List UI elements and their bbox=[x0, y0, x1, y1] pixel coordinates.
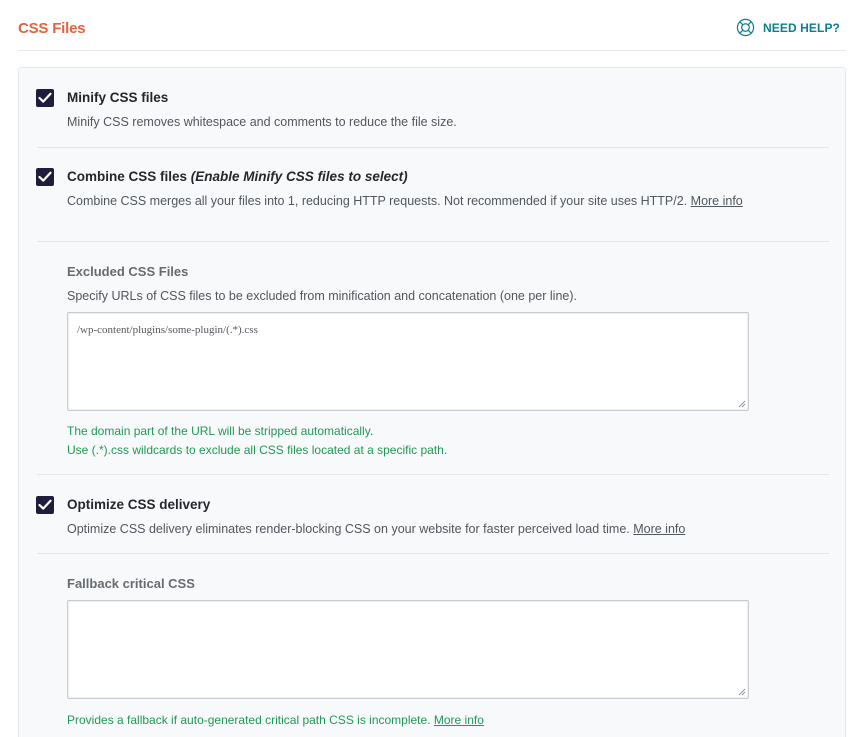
divider bbox=[37, 553, 829, 554]
resize-handle-icon[interactable] bbox=[738, 400, 746, 408]
fallback-css-textarea[interactable] bbox=[67, 600, 749, 699]
excluded-css-description: Specify URLs of CSS files to be excluded… bbox=[67, 289, 577, 303]
fallback-css-more-info-link[interactable]: More info bbox=[434, 713, 484, 727]
css-files-settings: CSS Files NEED HELP? Minify CSS files Mi… bbox=[0, 0, 856, 737]
combine-css-title-text: Combine CSS files bbox=[67, 169, 188, 184]
settings-panel: Minify CSS files Minify CSS removes whit… bbox=[18, 67, 846, 737]
optimize-css-checkbox[interactable] bbox=[36, 496, 54, 514]
optimize-css-title: Optimize CSS delivery bbox=[67, 497, 211, 512]
optimize-css-description-text: Optimize CSS delivery eliminates render-… bbox=[67, 522, 630, 536]
fallback-css-hint-text: Provides a fallback if auto-generated cr… bbox=[67, 713, 431, 727]
section-title: CSS Files bbox=[18, 20, 86, 37]
fallback-css-hint: Provides a fallback if auto-generated cr… bbox=[67, 713, 484, 727]
checkmark-icon bbox=[38, 499, 52, 510]
divider bbox=[37, 474, 829, 475]
combine-css-description-text: Combine CSS merges all your files into 1… bbox=[67, 194, 688, 208]
excluded-css-hint-wildcard: Use (.*).css wildcards to exclude all CS… bbox=[67, 443, 448, 457]
divider bbox=[37, 241, 829, 242]
fallback-css-title: Fallback critical CSS bbox=[67, 576, 195, 591]
excluded-css-hint-domain: The domain part of the URL will be strip… bbox=[67, 424, 374, 438]
resize-handle-icon[interactable] bbox=[738, 688, 746, 696]
optimize-css-description: Optimize CSS delivery eliminates render-… bbox=[67, 522, 685, 536]
combine-css-checkbox[interactable] bbox=[36, 168, 54, 186]
checkmark-icon bbox=[38, 92, 52, 103]
need-help-link[interactable]: NEED HELP? bbox=[736, 18, 840, 37]
excluded-css-value: /wp-content/plugins/some-plugin/(.*).css bbox=[77, 324, 258, 336]
lifebuoy-icon bbox=[736, 18, 755, 37]
combine-css-description: Combine CSS merges all your files into 1… bbox=[67, 194, 743, 208]
combine-css-more-info-link[interactable]: More info bbox=[691, 194, 743, 208]
need-help-label: NEED HELP? bbox=[762, 20, 840, 35]
optimize-css-more-info-link[interactable]: More info bbox=[633, 522, 685, 536]
section-header: CSS Files NEED HELP? bbox=[18, 0, 846, 51]
excluded-css-textarea[interactable]: /wp-content/plugins/some-plugin/(.*).css bbox=[67, 312, 749, 411]
excluded-css-title: Excluded CSS Files bbox=[67, 264, 189, 279]
combine-css-note: (Enable Minify CSS files to select) bbox=[190, 169, 408, 184]
divider bbox=[37, 147, 829, 148]
checkmark-icon bbox=[38, 171, 52, 182]
minify-css-checkbox[interactable] bbox=[36, 89, 54, 107]
minify-css-description: Minify CSS removes whitespace and commen… bbox=[67, 115, 457, 129]
combine-css-title: Combine CSS files (Enable Minify CSS fil… bbox=[67, 169, 408, 184]
minify-css-title: Minify CSS files bbox=[67, 90, 169, 105]
